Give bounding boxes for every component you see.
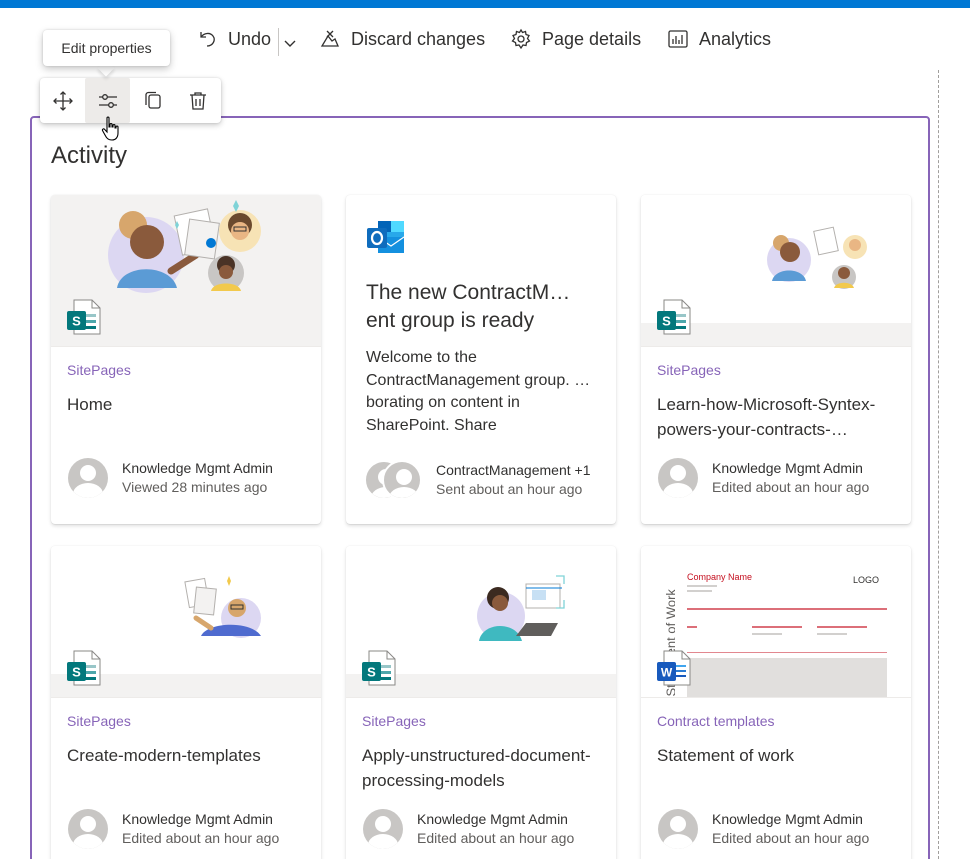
- activity-meta: Viewed 28 minutes ago: [122, 479, 268, 495]
- person-name: Knowledge Mgmt Admin: [122, 811, 273, 827]
- avatar: [68, 809, 108, 849]
- divider: [51, 697, 321, 698]
- move-icon: [52, 90, 73, 111]
- sharepoint-file-icon: S: [362, 650, 396, 686]
- message-preview: Welcome to the ContractManagement group.…: [366, 349, 591, 434]
- svg-text:S: S: [662, 314, 671, 329]
- sow-company-name: Company Name: [687, 572, 753, 582]
- card-person: Knowledge Mgmt Admin Edited about an hou…: [68, 809, 279, 849]
- analytics-icon: [668, 30, 688, 48]
- person-name: Knowledge Mgmt Admin: [712, 460, 863, 476]
- sharepoint-file-icon: S: [67, 650, 101, 686]
- activity-meta: Edited about an hour ago: [712, 830, 870, 846]
- card-title: Apply-unstructured-document-processing-m…: [362, 746, 591, 790]
- group-avatars: [364, 460, 424, 500]
- discard-label: Discard changes: [351, 28, 486, 49]
- undo-dropdown-button[interactable]: [283, 36, 297, 55]
- activity-meta: Edited about an hour ago: [122, 830, 280, 846]
- activity-meta: Edited about an hour ago: [417, 830, 575, 846]
- undo-label: Undo: [228, 28, 272, 49]
- avatar: [363, 809, 403, 849]
- avatar: [68, 458, 108, 498]
- avatar: [658, 458, 698, 498]
- card-thumbnail: S: [346, 546, 616, 698]
- person-name: Knowledge Mgmt Admin: [122, 460, 273, 476]
- gear-icon: [511, 28, 531, 50]
- activity-card[interactable]: S SitePages Home Knowledge Mgmt Admin Vi…: [51, 195, 321, 524]
- card-title: Home: [67, 395, 113, 414]
- hand-cursor-icon: [101, 116, 121, 147]
- activity-card[interactable]: Statement of Work Company Name LOGO W: [641, 546, 911, 859]
- avatar: [658, 809, 698, 849]
- copy-icon: [144, 91, 161, 109]
- activity-card[interactable]: S SitePages Learn-how-Microsoft-Syntex-p…: [641, 195, 911, 524]
- document-preview: Company Name LOGO: [687, 572, 887, 698]
- sow-logo: LOGO: [853, 575, 880, 585]
- page-details-button[interactable]: Page details: [510, 26, 641, 52]
- card-title: Create-modern-templates: [67, 746, 261, 765]
- card-person: Knowledge Mgmt Admin Edited about an hou…: [363, 809, 574, 849]
- svg-text:S: S: [367, 665, 376, 680]
- activity-card[interactable]: S SitePages Apply-unstructured-document-…: [346, 546, 616, 859]
- card-title: Learn-how-Microsoft-Syntex-powers-your-c…: [657, 395, 876, 439]
- person-name: Knowledge Mgmt Admin: [712, 811, 863, 827]
- discard-icon: [320, 30, 339, 47]
- trash-icon: [189, 91, 206, 110]
- activity-meta: Edited about an hour ago: [712, 479, 870, 495]
- outlook-icon: [367, 221, 405, 253]
- analytics-button[interactable]: Analytics: [667, 26, 771, 52]
- webpart-toolbar: [40, 78, 221, 123]
- delete-button[interactable]: [175, 78, 220, 123]
- divider: [51, 346, 321, 347]
- card-person: Knowledge Mgmt Admin Edited about an hou…: [658, 809, 869, 849]
- analytics-label: Analytics: [699, 28, 772, 49]
- svg-text:S: S: [72, 314, 81, 329]
- card-category: Contract templates: [657, 713, 775, 729]
- page-details-label: Page details: [542, 28, 642, 49]
- card-person: Knowledge Mgmt Admin Viewed 28 minutes a…: [68, 458, 273, 498]
- word-file-icon: W: [657, 650, 691, 686]
- tooltip-text: Edit properties: [61, 40, 152, 56]
- avatar: [382, 460, 422, 500]
- person-name: ContractManagement +1: [436, 462, 591, 478]
- undo-icon: [200, 32, 215, 47]
- svg-text:S: S: [72, 665, 81, 680]
- undo-button[interactable]: Undo: [196, 26, 271, 52]
- move-button[interactable]: [40, 78, 85, 123]
- card-title: Statement of work: [657, 746, 795, 765]
- top-accent-bar: [0, 0, 970, 8]
- card-person: ContractManagement +1 Sent about an hour…: [364, 460, 590, 500]
- card-thumbnail: S: [51, 546, 321, 698]
- card-thumbnail: S: [51, 195, 321, 347]
- section-guide-line: [938, 70, 939, 859]
- svg-text:W: W: [661, 666, 673, 680]
- activity-card[interactable]: S SitePages Create-modern-templates Know…: [51, 546, 321, 859]
- divider: [641, 346, 911, 347]
- card-category: SitePages: [657, 362, 721, 378]
- card-thumbnail: Statement of Work Company Name LOGO W: [641, 546, 911, 698]
- divider: [346, 697, 616, 698]
- card-category: SitePages: [362, 713, 426, 729]
- card-person: Knowledge Mgmt Admin Edited about an hou…: [658, 458, 869, 498]
- card-category: SitePages: [67, 362, 131, 378]
- activity-meta: Sent about an hour ago: [436, 481, 583, 497]
- message-headline: The new ContractM… ent group is ready: [366, 281, 571, 332]
- edit-properties-tooltip: Edit properties: [43, 30, 170, 66]
- discard-changes-button[interactable]: Discard changes: [319, 26, 485, 52]
- divider: [641, 697, 911, 698]
- activity-card[interactable]: The new ContractM… ent group is ready We…: [346, 195, 616, 524]
- sharepoint-file-icon: S: [657, 299, 691, 335]
- chevron-down-icon: [284, 40, 296, 47]
- divider: [278, 28, 279, 56]
- card-category: SitePages: [67, 713, 131, 729]
- settings-sliders-icon: [98, 93, 117, 108]
- card-thumbnail: S: [641, 195, 911, 347]
- duplicate-button[interactable]: [130, 78, 175, 123]
- sharepoint-file-icon: S: [67, 299, 101, 335]
- person-name: Knowledge Mgmt Admin: [417, 811, 568, 827]
